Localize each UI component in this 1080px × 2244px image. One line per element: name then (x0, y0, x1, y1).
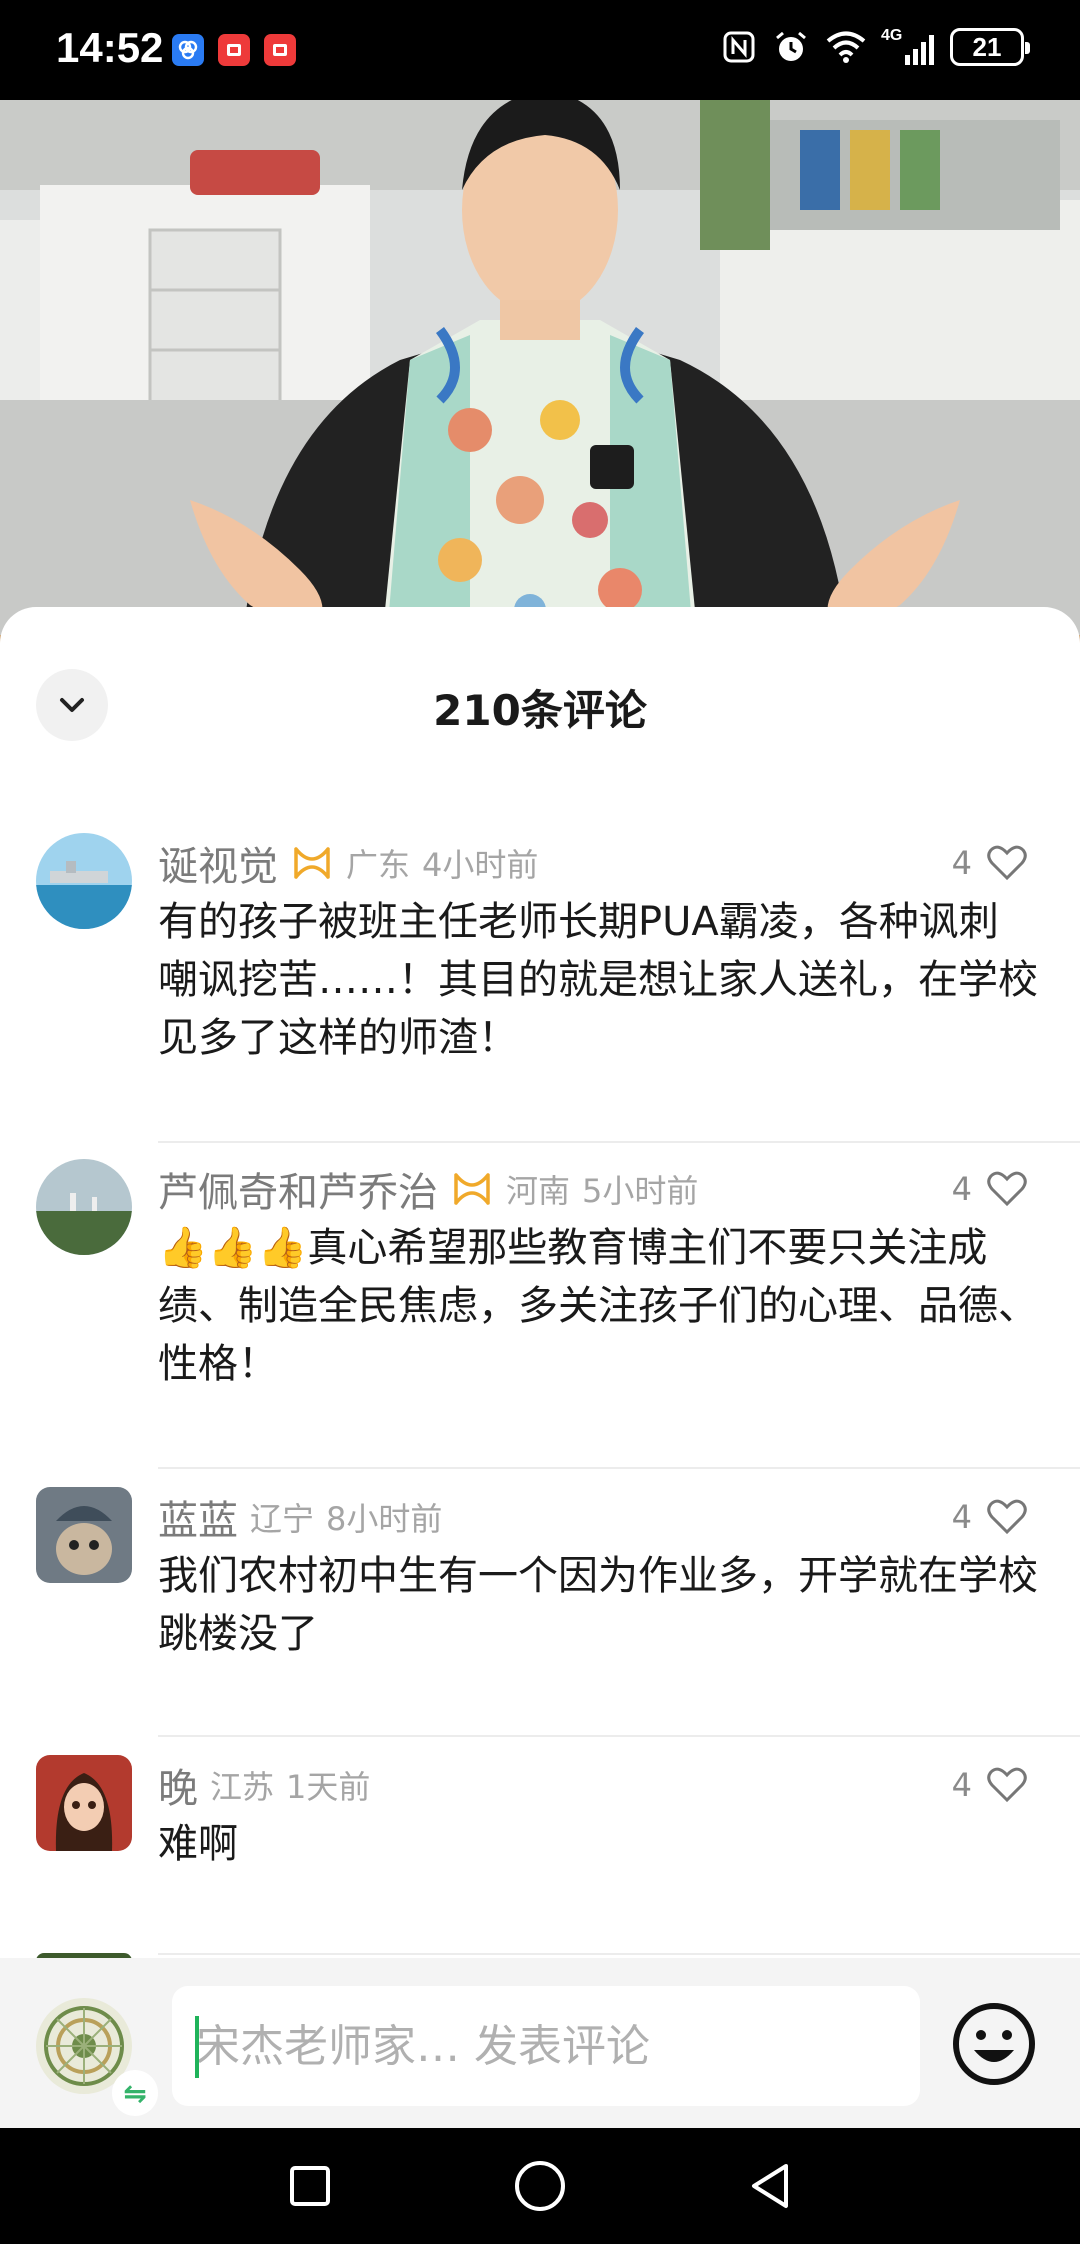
home-button[interactable] (510, 2156, 570, 2216)
comment-header: 蓝蓝 辽宁 8小时前 (158, 1489, 442, 1545)
recents-square-icon (290, 2166, 330, 2206)
notification-icons (172, 34, 296, 66)
smiley-icon[interactable] (950, 2000, 1038, 2088)
divider (158, 1735, 1080, 1737)
comment-input[interactable] (172, 1986, 920, 2106)
status-time: 14:52 (56, 24, 164, 71)
video-frame[interactable] (0, 100, 1080, 660)
comment-item[interactable]: 晚 江苏 1天前 4 难啊 (0, 1747, 1080, 1957)
heart-icon (987, 845, 1027, 881)
comment-location: 广东 (346, 846, 411, 884)
comment-text: 我们农村初中生有一个因为作业多，开学就在学校跳楼没了 (158, 1553, 1038, 1657)
nfc-icon (723, 31, 755, 63)
heart-icon (987, 1767, 1027, 1803)
status-indicators: 4G 21 (721, 27, 1030, 66)
comment-text: 👍👍👍真心希望那些教育博主们不要只关注成绩、制造全民焦虑，多关注孩子们的心理、品… (158, 1219, 1038, 1393)
like-button[interactable]: 4 (952, 1757, 1028, 1813)
battery-level: 21 (972, 31, 1002, 62)
avatar[interactable] (36, 1755, 132, 1851)
text-caret (195, 2016, 199, 2078)
comment-count-title: 210条评论 (433, 686, 647, 735)
comment-location: 辽宁 (250, 1500, 315, 1538)
system-nav-bar (0, 2128, 1080, 2244)
comment-location: 河南 (506, 1172, 571, 1210)
comment-item[interactable]: 芦佩奇和芦乔治 河南 5小时前 4 👍👍👍真心希望那些教育博主们不要只关注成绩、… (0, 1151, 1080, 1469)
comment-location: 江苏 (210, 1768, 275, 1806)
heart-icon (987, 1171, 1027, 1207)
app-blue-icon (172, 34, 204, 66)
network-type: 4G (881, 27, 903, 44)
video-illustration (0, 100, 1080, 660)
divider (158, 1467, 1080, 1469)
comment-author[interactable]: 蓝蓝 (158, 1488, 238, 1546)
like-count: 4 (951, 1766, 972, 1804)
app-red-icon (218, 34, 250, 66)
comment-time: 1天前 (286, 1768, 371, 1806)
home-circle-icon (515, 2161, 565, 2211)
comment-header: 芦佩奇和芦乔治 河南 5小时前 (158, 1161, 698, 1217)
back-button[interactable] (740, 2156, 800, 2216)
like-button[interactable]: 4 (952, 835, 1028, 891)
comment-item[interactable]: 蓝蓝 辽宁 8小时前 4 我们农村初中生有一个因为作业多，开学就在学校跳楼没了 (0, 1479, 1080, 1739)
status-bar: 14:52 4G 21 (0, 0, 1080, 100)
comment-time: 4小时前 (422, 846, 539, 884)
thumbs-up-emoji: 👍👍👍 (158, 1225, 308, 1271)
alarm-icon (776, 31, 806, 61)
app-red-icon (264, 34, 296, 66)
avatar[interactable] (36, 1159, 132, 1255)
comment-author[interactable]: 芦佩奇和芦乔治 (158, 1160, 438, 1218)
comment-time: 8小时前 (326, 1500, 443, 1538)
comment-header: 晚 江苏 1天前 (158, 1757, 370, 1813)
comment-author[interactable]: 晚 (158, 1756, 198, 1814)
comment-input-bar: ⇋ (0, 1958, 1080, 2128)
like-count: 4 (951, 1170, 972, 1208)
recents-button[interactable] (280, 2156, 340, 2216)
battery-icon: 21 (950, 28, 1030, 66)
heart-icon (987, 1499, 1027, 1535)
comment-author[interactable]: 诞视觉 (158, 834, 278, 892)
back-triangle-icon (752, 2164, 788, 2208)
comment-time: 5小时前 (582, 1172, 699, 1210)
like-count: 4 (951, 844, 972, 882)
avatar[interactable] (36, 1487, 132, 1583)
swap-identity-icon[interactable]: ⇋ (112, 2070, 158, 2116)
comment-item[interactable]: 诞视觉 广东 4小时前 4 有的孩子被班主任老师长期PUA霸凌，各种讽刺嘲讽挖苦… (0, 825, 1080, 1143)
divider (158, 1141, 1080, 1143)
divider (158, 1953, 1080, 1955)
comments-sheet: 210条评论 诞视觉 广东 4小时前 4 有的孩子被班主任老师长期PUA霸凌，各… (0, 607, 1080, 2127)
like-button[interactable]: 4 (952, 1489, 1028, 1545)
wifi-icon (826, 31, 866, 63)
like-count: 4 (951, 1498, 972, 1536)
like-button[interactable]: 4 (952, 1161, 1028, 1217)
comment-header: 诞视觉 广东 4小时前 (158, 835, 538, 891)
comment-text: 难啊 (158, 1821, 238, 1867)
fan-badge-icon (454, 1173, 490, 1205)
fan-badge-icon (294, 847, 330, 879)
avatar[interactable] (36, 833, 132, 929)
signal-icon: 4G (881, 27, 934, 65)
comment-text: 有的孩子被班主任老师长期PUA霸凌，各种讽刺嘲讽挖苦……！其目的就是想让家人送礼… (158, 899, 1038, 1061)
